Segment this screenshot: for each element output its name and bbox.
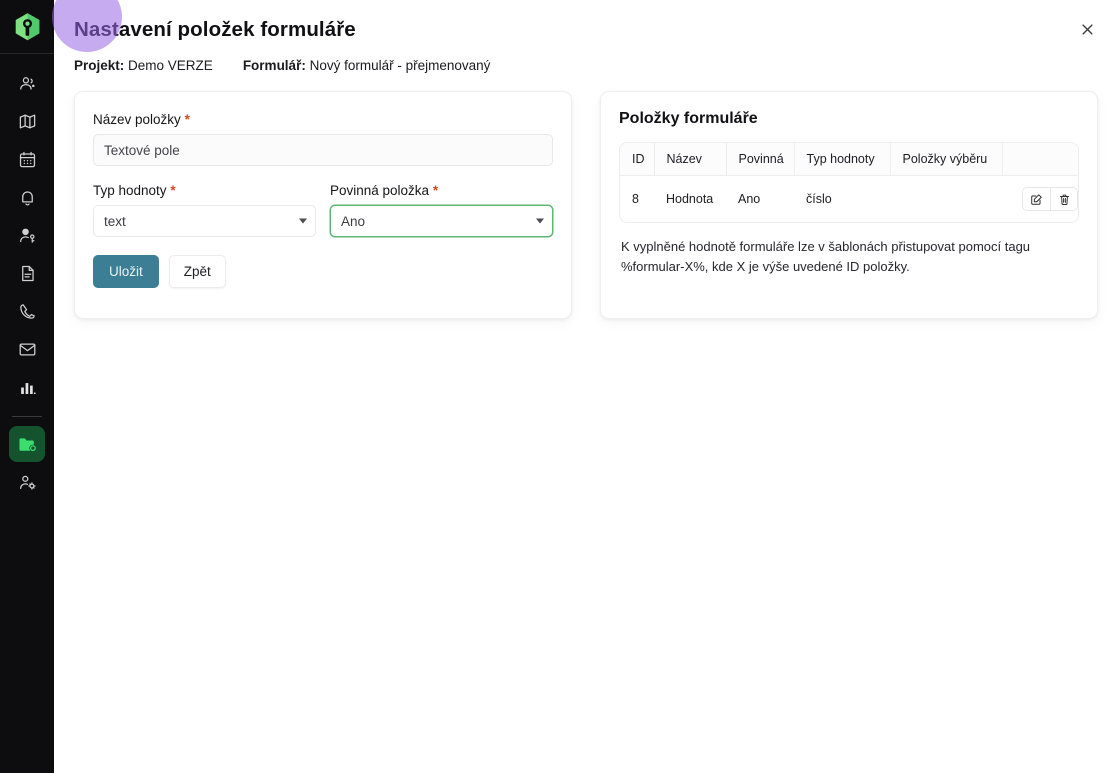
save-button[interactable]: Uložit	[93, 255, 159, 288]
meta-form: Formulář: Nový formulář - přejmenovaný	[243, 58, 491, 73]
table-row: 8 Hodnota Ano číslo	[620, 175, 1078, 222]
bar-chart-icon	[9, 369, 45, 405]
col-vyber: Položky výběru	[890, 143, 1003, 176]
edit-icon[interactable]	[1023, 188, 1050, 210]
page-title: Nastavení položek formuláře	[74, 18, 356, 41]
type-field-label-text: Typ hodnoty	[93, 183, 167, 198]
bell-icon	[9, 179, 45, 215]
items-table-body: 8 Hodnota Ano číslo	[620, 175, 1078, 222]
col-id: ID	[620, 143, 655, 176]
sidebar-divider	[12, 416, 42, 417]
field-settings-card: Název položky * Typ hodnoty * text	[52, 0, 572, 319]
sidebar-item-notifications[interactable]	[0, 178, 54, 216]
contacts-icon	[9, 65, 45, 101]
sidebar	[0, 0, 54, 773]
name-field-label-text: Název položky	[93, 112, 181, 127]
type-select[interactable]: text	[93, 205, 316, 237]
cell-id: 8	[620, 175, 654, 222]
items-hint: K vyplněné hodnotě formuláře lze v šablo…	[621, 239, 1031, 275]
breadcrumb: Projekt: Demo VERZE Formulář: Nový formu…	[54, 42, 1120, 73]
form-items-card: Položky formuláře ID Název Povinná Typ h…	[600, 91, 1098, 319]
required-marker: *	[170, 183, 176, 198]
user-settings-icon	[9, 464, 45, 500]
items-table-wrap: ID Název Povinná Typ hodnoty Položky výb…	[619, 142, 1079, 223]
sidebar-item-mail[interactable]	[0, 330, 54, 368]
table-header-row: ID Název Povinná Typ hodnoty Položky výb…	[620, 143, 1078, 176]
form-actions: Uložit Zpět	[52, 0, 553, 288]
sidebar-item-projects[interactable]	[0, 425, 54, 463]
required-marker: *	[432, 183, 439, 198]
meta-project-label: Projekt:	[74, 58, 125, 73]
name-input[interactable]	[93, 134, 553, 166]
required-marker: *	[184, 112, 190, 127]
cell-vyber	[890, 175, 1002, 222]
cell-actions	[1002, 175, 1078, 222]
required-field-label-text: Povinná položka	[330, 183, 430, 198]
col-povinna: Povinná	[726, 143, 795, 176]
meta-form-label: Formulář:	[242, 58, 306, 73]
meta-project-value: Demo VERZE	[128, 58, 213, 73]
sidebar-item-documents[interactable]	[0, 254, 54, 292]
calendar-icon	[9, 141, 45, 177]
sidebar-item-reports[interactable]	[0, 368, 54, 406]
meta-form-value: Nový formulář - přejmenovaný	[309, 58, 491, 73]
required-field-group: Povinná položka * Ano	[330, 183, 553, 237]
main-content: Nastavení položek formuláře Projekt: Dem…	[52, 0, 1120, 773]
app-logo[interactable]	[0, 0, 54, 54]
cell-nazev: Hodnota	[654, 175, 726, 222]
document-icon	[9, 255, 45, 291]
content-columns: Název položky * Typ hodnoty * text	[52, 0, 1120, 319]
cell-typ: číslo	[794, 175, 890, 222]
row-action-group	[1022, 187, 1078, 211]
map-icon	[9, 103, 45, 139]
sidebar-item-calls[interactable]	[0, 292, 54, 330]
mail-icon	[9, 331, 45, 367]
type-field-label: Typ hodnoty *	[93, 183, 316, 198]
meta-project: Projekt: Demo VERZE	[74, 58, 213, 73]
items-table: ID Název Povinná Typ hodnoty Položky výb…	[620, 143, 1078, 222]
sidebar-item-contacts[interactable]	[0, 64, 54, 102]
sidebar-item-user-settings[interactable]	[0, 463, 54, 501]
phone-icon	[9, 293, 45, 329]
required-select[interactable]: Ano	[330, 205, 553, 237]
close-icon[interactable]	[1074, 16, 1100, 42]
items-table-head: ID Název Povinná Typ hodnoty Položky výb…	[620, 143, 1078, 176]
folder-settings-icon	[9, 426, 45, 462]
items-panel-title: Položky formuláře	[619, 110, 758, 127]
type-select-wrap: text	[93, 205, 316, 237]
name-field-label: Název položky *	[93, 112, 553, 127]
sidebar-item-access[interactable]	[0, 216, 54, 254]
sidebar-item-calendar[interactable]	[0, 140, 54, 178]
type-field-group: Typ hodnoty * text	[93, 183, 316, 237]
col-typ: Typ hodnoty	[794, 143, 891, 176]
col-nazev: Název	[654, 143, 727, 176]
col-actions	[1002, 143, 1078, 176]
user-key-icon	[9, 217, 45, 253]
sidebar-nav	[0, 54, 54, 501]
required-field-label: Povinná položka *	[330, 183, 553, 198]
required-select-wrap: Ano	[330, 205, 553, 237]
back-button[interactable]: Zpět	[168, 255, 226, 288]
app-logo-icon	[15, 13, 39, 41]
selects-row: Typ hodnoty * text Povinná položka * Ano	[93, 183, 553, 237]
app-root: Nastavení položek formuláře Projekt: Dem…	[0, 0, 1120, 773]
delete-icon[interactable]	[1050, 188, 1077, 210]
cell-povinna: Ano	[726, 175, 794, 222]
sidebar-item-map[interactable]	[0, 102, 54, 140]
